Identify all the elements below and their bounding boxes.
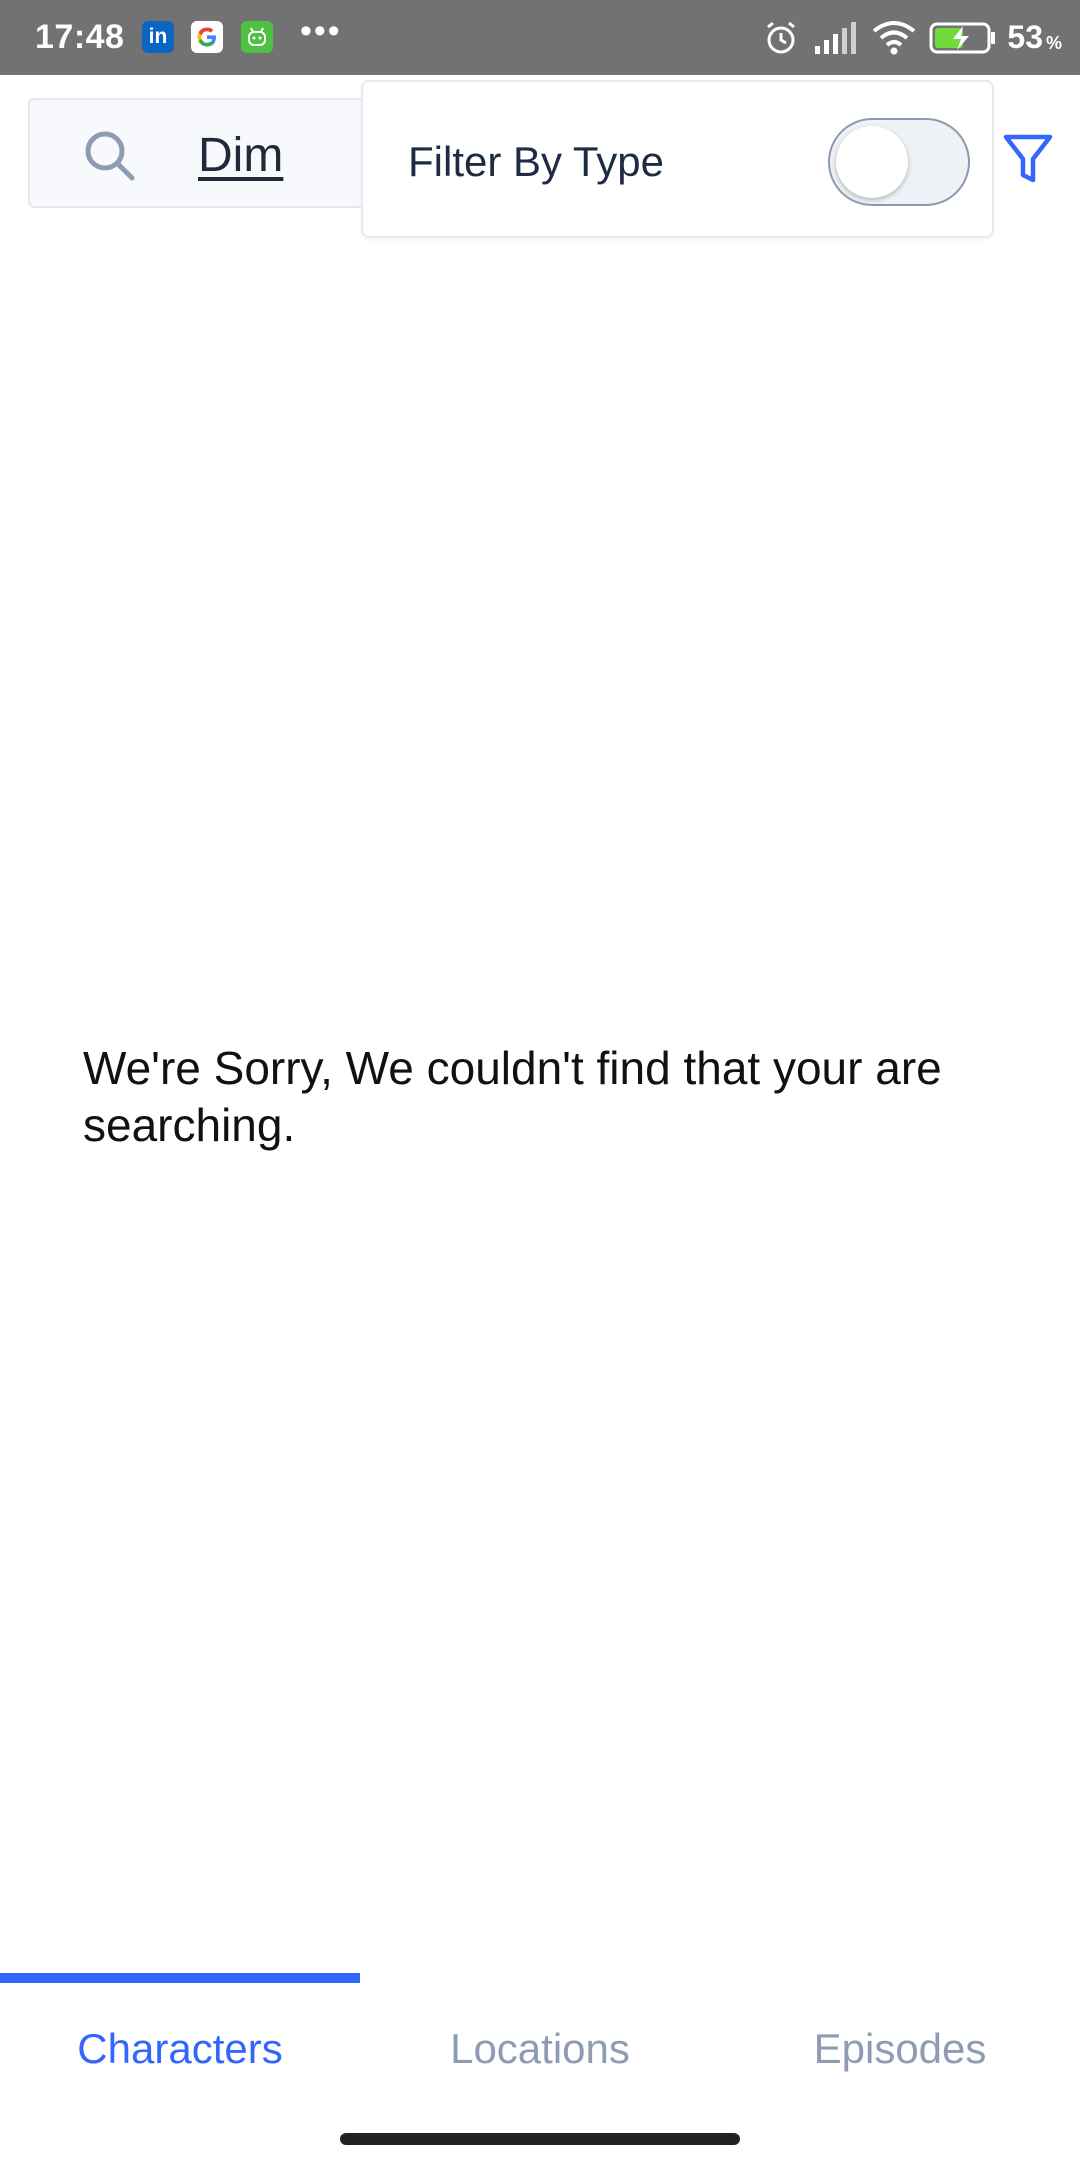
google-icon	[191, 21, 223, 53]
signal-icon	[813, 20, 857, 56]
status-indicators: 53 %	[761, 0, 1062, 75]
status-time: 17:48	[35, 18, 125, 56]
home-indicator[interactable]	[340, 2133, 740, 2145]
tab-episodes[interactable]: Episodes	[720, 2025, 1080, 2073]
filter-by-type-label: Filter By Type	[408, 138, 664, 185]
tab-characters[interactable]: Characters	[0, 2025, 360, 2073]
empty-state-message: We're Sorry, We couldn't find that your …	[83, 1042, 942, 1151]
battery-unit: %	[1045, 33, 1062, 53]
status-bar: 17:48 in ••• 53 %	[0, 0, 1080, 75]
search-value[interactable]: Dim	[198, 128, 283, 183]
app-screen: 17:48 in ••• 53 % Dim Filter By Type We'…	[0, 0, 1080, 2160]
filter-by-type-toggle[interactable]	[828, 118, 970, 206]
active-tab-indicator	[0, 1973, 360, 1983]
wifi-icon	[871, 19, 917, 57]
more-notifications-icon: •••	[300, 12, 342, 50]
linkedin-icon: in	[142, 21, 174, 53]
battery-level: 53	[1007, 19, 1043, 55]
filter-icon[interactable]	[1002, 132, 1054, 193]
toggle-knob	[836, 126, 908, 198]
tab-locations[interactable]: Locations	[360, 2025, 720, 2073]
android-icon	[241, 21, 273, 53]
battery-charging-icon	[929, 21, 997, 55]
search-icon	[82, 128, 138, 189]
alarm-icon	[761, 18, 801, 58]
filter-popup: Filter By Type	[361, 80, 994, 238]
